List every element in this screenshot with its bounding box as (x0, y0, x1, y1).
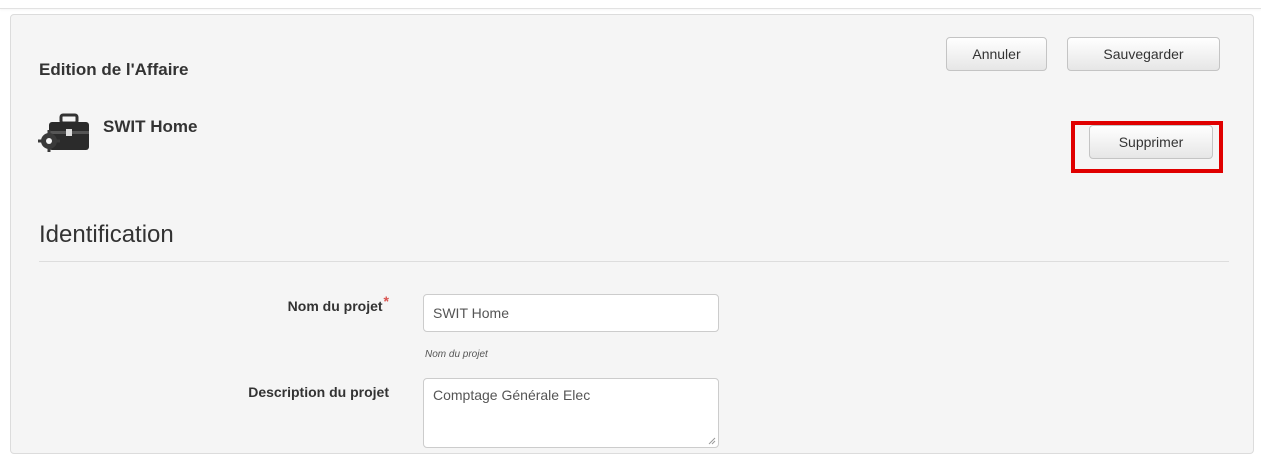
cancel-button[interactable]: Annuler (946, 37, 1047, 71)
project-description-textarea[interactable]: Comptage Générale Elec (423, 378, 719, 448)
page-title: Edition de l'Affaire (39, 60, 189, 79)
record-header: SWIT Home (37, 111, 197, 153)
section-title: Identification (39, 221, 174, 248)
briefcase-icon (38, 113, 89, 152)
resize-grip-icon[interactable] (708, 437, 716, 445)
project-description-label: Description du projet (248, 384, 389, 400)
top-bar (0, 0, 1261, 9)
section-divider (39, 261, 1229, 262)
required-indicator: * (383, 293, 389, 309)
save-button[interactable]: Sauvegarder (1067, 37, 1220, 71)
project-name-help: Nom du projet (425, 349, 488, 360)
project-description-value: Comptage Générale Elec (433, 387, 591, 403)
record-name: SWIT Home (103, 117, 198, 136)
project-name-label-text: Nom du projet (287, 298, 383, 314)
project-name-input[interactable]: SWIT Home (423, 294, 719, 332)
edit-panel: Edition de l'Affaire Annuler Sauvegarder… (10, 14, 1254, 454)
project-name-label: Nom du projet* (161, 293, 389, 314)
delete-button[interactable]: Supprimer (1089, 125, 1213, 159)
